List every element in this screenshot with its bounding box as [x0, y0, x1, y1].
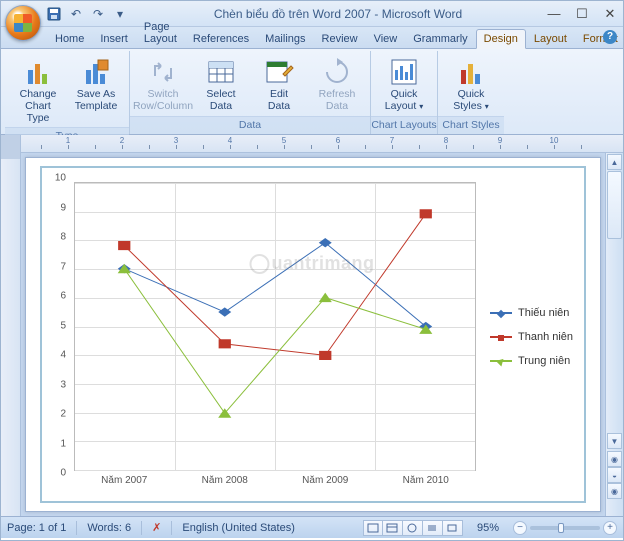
full-screen-view-icon[interactable]	[383, 520, 403, 536]
ribbon: Change ChartTypeSave AsTemplateTypeSwitc…	[1, 49, 623, 135]
refresh-data-button: RefreshData	[310, 53, 364, 115]
qat-customize-icon[interactable]: ▾	[111, 5, 129, 23]
tab-grammarly[interactable]: Grammarly	[405, 29, 475, 48]
group-title: Data	[130, 116, 370, 134]
ribbon-group-chart-styles: QuickStyles ▾ Chart Styles	[437, 51, 504, 134]
horizontal-ruler: 12345678910	[21, 135, 623, 153]
refresh-data-label: RefreshData	[319, 88, 356, 112]
proofing-icon[interactable]: ✗	[152, 521, 161, 534]
page: 012345678910 Năm 2007Năm 2008Năm 2009Năm…	[25, 157, 601, 512]
select-data-label: SelectData	[206, 88, 235, 112]
quick-styles-button[interactable]: QuickStyles ▾	[444, 53, 498, 115]
ribbon-group-chart-layouts: QuickLayout ▾ Chart Layouts	[370, 51, 437, 134]
print-layout-view-icon[interactable]	[363, 520, 383, 536]
change-chart-type-icon	[22, 56, 54, 88]
outline-view-icon[interactable]	[423, 520, 443, 536]
select-data-button[interactable]: SelectData	[194, 53, 248, 115]
change-chart-type-button[interactable]: Change ChartType	[11, 53, 65, 127]
status-bar: Page: 1 of 1 Words: 6 ✗ English (United …	[1, 516, 623, 538]
quick-layout-icon	[388, 56, 420, 88]
web-layout-view-icon[interactable]	[403, 520, 423, 536]
maximize-button[interactable]: ☐	[575, 6, 589, 22]
workspace: 12345678910 012345678910 Năm 2007Năm 200…	[1, 135, 623, 516]
draft-view-icon[interactable]	[443, 520, 463, 536]
office-button[interactable]	[5, 5, 41, 41]
chart-legend: Thiếu niên Thanh niên Trung niên	[478, 178, 578, 495]
chart-object[interactable]: 012345678910 Năm 2007Năm 2008Năm 2009Năm…	[40, 166, 586, 503]
tab-mailings[interactable]: Mailings	[257, 29, 313, 48]
x-axis: Năm 2007Năm 2008Năm 2009Năm 2010	[74, 475, 476, 493]
quick-layout-button[interactable]: QuickLayout ▾	[377, 53, 431, 115]
tab-insert[interactable]: Insert	[92, 29, 136, 48]
vertical-scrollbar[interactable]: ▲ ▼ ◉ ◒ ◉	[605, 153, 623, 516]
legend-item: Thanh niên	[490, 331, 578, 343]
switch-row-column-button: SwitchRow/Column	[136, 53, 190, 115]
window-title: Chèn biểu đồ trên Word 2007 - Microsoft …	[129, 7, 547, 21]
tab-references[interactable]: References	[185, 29, 257, 48]
edit-data-icon	[263, 56, 295, 88]
legend-item: Trung niên	[490, 355, 578, 367]
save-as-template-button[interactable]: Save AsTemplate	[69, 53, 123, 115]
save-as-template-icon	[80, 56, 112, 88]
quick-layout-label: QuickLayout ▾	[385, 88, 423, 112]
browse-object-button[interactable]: ◒	[607, 467, 622, 483]
zoom-in-button[interactable]: +	[603, 521, 617, 535]
prev-page-button[interactable]: ◉	[607, 451, 622, 467]
refresh-data-icon	[321, 56, 353, 88]
scroll-down-button[interactable]: ▼	[607, 433, 622, 449]
group-title: Chart Layouts	[371, 116, 437, 134]
group-title: Chart Styles	[438, 116, 504, 134]
document-area: 12345678910 012345678910 Năm 2007Năm 200…	[21, 135, 623, 516]
ribbon-tabs: HomeInsertPage LayoutReferencesMailingsR…	[1, 27, 623, 49]
switch-row-column-icon	[147, 56, 179, 88]
legend-swatch-icon	[490, 360, 512, 362]
next-page-button[interactable]: ◉	[607, 483, 622, 499]
zoom-level[interactable]: 95%	[477, 522, 499, 534]
select-data-icon	[205, 56, 237, 88]
status-page[interactable]: Page: 1 of 1	[7, 522, 66, 534]
tab-layout[interactable]: Layout	[526, 29, 575, 48]
window-controls: — ☐ ✕	[547, 6, 623, 22]
save-icon[interactable]	[45, 5, 63, 23]
zoom-slider[interactable]: − +	[513, 521, 617, 535]
minimize-button[interactable]: —	[547, 6, 561, 22]
legend-label: Thanh niên	[518, 331, 573, 343]
switch-row-column-label: SwitchRow/Column	[133, 88, 193, 112]
help-icon[interactable]: ?	[603, 30, 617, 44]
tab-design[interactable]: Design	[476, 29, 526, 49]
legend-item: Thiếu niên	[490, 307, 578, 319]
tab-home[interactable]: Home	[47, 29, 92, 48]
change-chart-type-label: Change ChartType	[12, 88, 64, 124]
view-buttons	[363, 520, 463, 536]
vertical-ruler	[1, 135, 21, 516]
status-language[interactable]: English (United States)	[182, 522, 295, 534]
save-as-template-label: Save AsTemplate	[75, 88, 118, 112]
status-words[interactable]: Words: 6	[87, 522, 131, 534]
tab-review[interactable]: Review	[314, 29, 366, 48]
legend-label: Trung niên	[518, 355, 570, 367]
chart-plot-area: 012345678910 Năm 2007Năm 2008Năm 2009Năm…	[46, 178, 478, 495]
quick-styles-icon	[455, 56, 487, 88]
undo-icon[interactable]: ↶	[67, 5, 85, 23]
scroll-up-button[interactable]: ▲	[607, 154, 622, 170]
scroll-thumb[interactable]	[607, 171, 622, 239]
edit-data-button[interactable]: EditData	[252, 53, 306, 115]
edit-data-label: EditData	[268, 88, 290, 112]
ribbon-group-type: Change ChartTypeSave AsTemplateType	[5, 51, 129, 134]
y-axis: 012345678910	[46, 178, 70, 473]
close-button[interactable]: ✕	[603, 6, 617, 22]
chart-series	[74, 182, 476, 471]
ribbon-group-data: SwitchRow/Column SelectData EditData Refres…	[129, 51, 370, 134]
legend-label: Thiếu niên	[518, 307, 569, 319]
redo-icon[interactable]: ↷	[89, 5, 107, 23]
legend-swatch-icon	[490, 312, 512, 314]
tab-page-layout[interactable]: Page Layout	[136, 17, 185, 48]
zoom-out-button[interactable]: −	[513, 521, 527, 535]
title-bar: ↶ ↷ ▾ Chèn biểu đồ trên Word 2007 - Micr…	[1, 1, 623, 27]
legend-swatch-icon	[490, 336, 512, 338]
tab-view[interactable]: View	[366, 29, 406, 48]
quick-styles-label: QuickStyles ▾	[453, 88, 489, 112]
